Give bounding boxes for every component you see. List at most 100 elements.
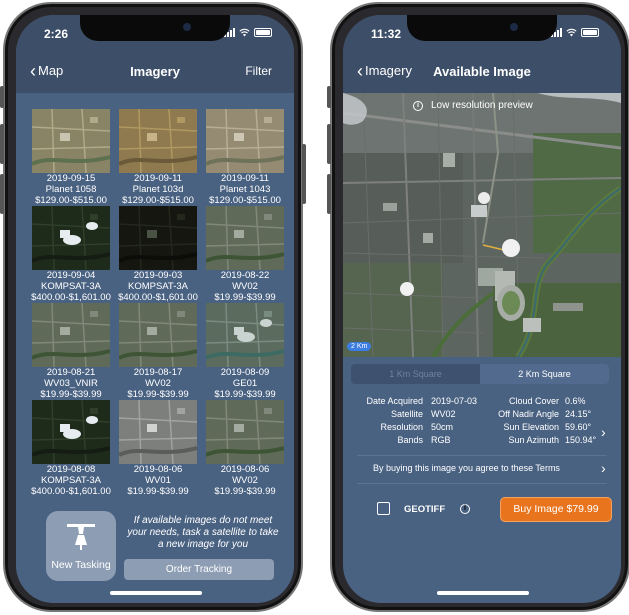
- imagery-tile[interactable]: 2019-08-17 WV02 $19.99-$39.99: [119, 303, 197, 400]
- satellite-preview-map[interactable]: i Low resolution preview 2 Km: [343, 93, 621, 357]
- tile-caption: 2019-08-06 WV02 $19.99-$39.99: [202, 464, 288, 497]
- preview-note-label: Low resolution preview: [431, 100, 533, 111]
- detail-row: Resolution 50cm Sun Elevation 59.60°: [351, 422, 611, 434]
- imagery-tile[interactable]: 2019-08-06 WV01 $19.99-$39.99: [119, 400, 197, 497]
- detail-value: WV02: [431, 409, 456, 419]
- nav-bar: ‹ Imagery Available Image: [343, 51, 621, 93]
- detail-value: 0.6%: [565, 396, 586, 406]
- tile-satellite: Planet 1043: [219, 184, 271, 195]
- satellite-icon: [67, 524, 95, 550]
- status-icons: [551, 28, 599, 37]
- status-icons: [224, 28, 272, 37]
- tile-caption: 2019-08-21 WV03_VNIR $19.99-$39.99: [28, 367, 114, 400]
- buy-image-button[interactable]: Buy Image $79.99: [500, 497, 612, 522]
- battery-icon: [254, 28, 272, 37]
- filter-button[interactable]: Filter: [245, 64, 272, 78]
- tile-price: $129.00-$515.00: [35, 195, 107, 206]
- chevron-left-icon: ‹: [30, 60, 36, 81]
- power-button: [302, 144, 306, 204]
- imagery-tile[interactable]: 2019-08-08 KOMPSAT-3A $400.00-$1,601.00: [31, 400, 111, 497]
- tile-caption: 2019-09-15 Planet 1058 $129.00-$515.00: [28, 173, 114, 206]
- satellite-preview-image: [343, 93, 621, 357]
- chevron-left-icon: ‹: [357, 60, 363, 81]
- tile-date: 2019-09-03: [133, 270, 183, 281]
- imagery-tile[interactable]: 2019-08-22 WV02 $19.99-$39.99: [206, 206, 284, 303]
- divider: [357, 455, 607, 456]
- tile-caption: 2019-08-08 KOMPSAT-3A $400.00-$1,601.00: [28, 464, 114, 497]
- tile-satellite: KOMPSAT-3A: [40, 475, 101, 486]
- chevron-right-icon: ›: [601, 460, 606, 476]
- battery-icon: [581, 28, 599, 37]
- geotiff-checkbox[interactable]: [377, 502, 390, 515]
- tile-date: 2019-08-06: [133, 464, 183, 475]
- preview-note: i Low resolution preview: [413, 100, 533, 111]
- detail-label: Resolution: [380, 422, 423, 432]
- tile-caption: 2019-09-03 KOMPSAT-3A $400.00-$1,601.00: [115, 270, 201, 303]
- detail-label: Off Nadir Angle: [498, 409, 559, 419]
- detail-row: Bands RGB Sun Azimuth 150.94°: [351, 435, 611, 447]
- tile-satellite: WV01: [145, 475, 171, 486]
- back-label: Imagery: [365, 63, 412, 78]
- home-indicator[interactable]: [437, 591, 529, 595]
- imagery-tile[interactable]: 2019-08-09 GE01 $19.99-$39.99: [206, 303, 284, 400]
- imagery-tile[interactable]: 2019-09-11 Planet 1043 $129.00-$515.00: [206, 109, 284, 206]
- detail-label: Sun Azimuth: [508, 435, 559, 445]
- scale-badge: 2 Km: [347, 342, 372, 351]
- detail-value: 24.15°: [565, 409, 592, 419]
- home-indicator[interactable]: [110, 591, 202, 595]
- back-button[interactable]: ‹ Imagery: [357, 60, 412, 81]
- imagery-tile[interactable]: 2019-09-15 Planet 1058 $129.00-$515.00: [32, 109, 110, 206]
- tile-price: $19.99-$39.99: [214, 389, 276, 400]
- tile-date: 2019-08-09: [220, 367, 270, 378]
- detail-value: RGB: [431, 435, 451, 445]
- satellite-thumbnail: [32, 400, 110, 464]
- tile-satellite: KOMPSAT-3A: [127, 281, 188, 292]
- phone-frame-detail: 11:32 ‹ Imagery Available Image i Low re…: [327, 2, 629, 612]
- tile-satellite: WV02: [232, 281, 258, 292]
- tile-date: 2019-09-11: [134, 173, 182, 184]
- tasking-message: If available images do not meet your nee…: [127, 515, 279, 550]
- satellite-thumbnail: [119, 303, 197, 367]
- wifi-icon: [239, 28, 250, 37]
- tile-satellite: WV02: [232, 475, 258, 486]
- imagery-tile[interactable]: 2019-08-06 WV02 $19.99-$39.99: [206, 400, 284, 497]
- tile-satellite: WV03_VNIR: [44, 378, 98, 389]
- detail-value: 59.60°: [565, 422, 592, 432]
- back-button[interactable]: ‹ Map: [30, 60, 63, 81]
- tile-date: 2019-08-21: [46, 367, 96, 378]
- info-icon: i: [413, 100, 423, 111]
- detail-label: Satellite: [390, 409, 423, 419]
- order-tracking-button[interactable]: Order Tracking: [124, 559, 274, 580]
- status-time: 11:32: [371, 27, 402, 41]
- satellite-thumbnail: [119, 109, 197, 173]
- wifi-icon: [566, 28, 577, 37]
- imagery-grid: 2019-09-15 Planet 1058 $129.00-$515.00 2019…: [31, 109, 284, 497]
- imagery-tile[interactable]: 2019-09-03 KOMPSAT-3A $400.00-$1,601.00: [118, 206, 198, 303]
- satellite-thumbnail: [206, 206, 284, 270]
- phone-frame-imagery: 2:26 ‹ Map Imagery Filter 2019-09-15 Plan…: [0, 2, 306, 612]
- info-icon[interactable]: i: [460, 504, 470, 514]
- new-tasking-button[interactable]: New Tasking: [46, 511, 116, 581]
- tile-satellite: Planet 103d: [132, 184, 184, 195]
- imagery-tile[interactable]: 2019-09-04 KOMPSAT-3A $400.00-$1,601.00: [31, 206, 111, 303]
- mute-switch: [0, 86, 4, 108]
- geotiff-label: GEOTIFF: [404, 504, 446, 515]
- chevron-right-icon[interactable]: ›: [601, 424, 606, 440]
- imagery-tile[interactable]: 2019-08-21 WV03_VNIR $19.99-$39.99: [32, 303, 110, 400]
- segment-2km[interactable]: 2 Km Square: [480, 364, 609, 384]
- detail-value: 2019-07-03: [431, 396, 478, 406]
- segment-1km[interactable]: 1 Km Square: [351, 364, 480, 384]
- tile-satellite: GE01: [232, 378, 258, 389]
- terms-row[interactable]: By buying this image you agree to these …: [343, 458, 621, 478]
- detail-value: 150.94°: [565, 435, 597, 445]
- tile-price: $129.00-$515.00: [209, 195, 281, 206]
- satellite-thumbnail: [206, 109, 284, 173]
- imagery-tile[interactable]: 2019-09-11 Planet 103d $129.00-$515.00: [119, 109, 197, 206]
- tile-price: $19.99-$39.99: [40, 389, 102, 400]
- tile-caption: 2019-08-06 WV01 $19.99-$39.99: [115, 464, 201, 497]
- notch: [80, 15, 230, 41]
- volume-down-button: [0, 174, 4, 214]
- tile-price: $19.99-$39.99: [214, 292, 276, 303]
- volume-up-button: [0, 124, 4, 164]
- terms-text: By buying this image you agree to these …: [373, 463, 560, 473]
